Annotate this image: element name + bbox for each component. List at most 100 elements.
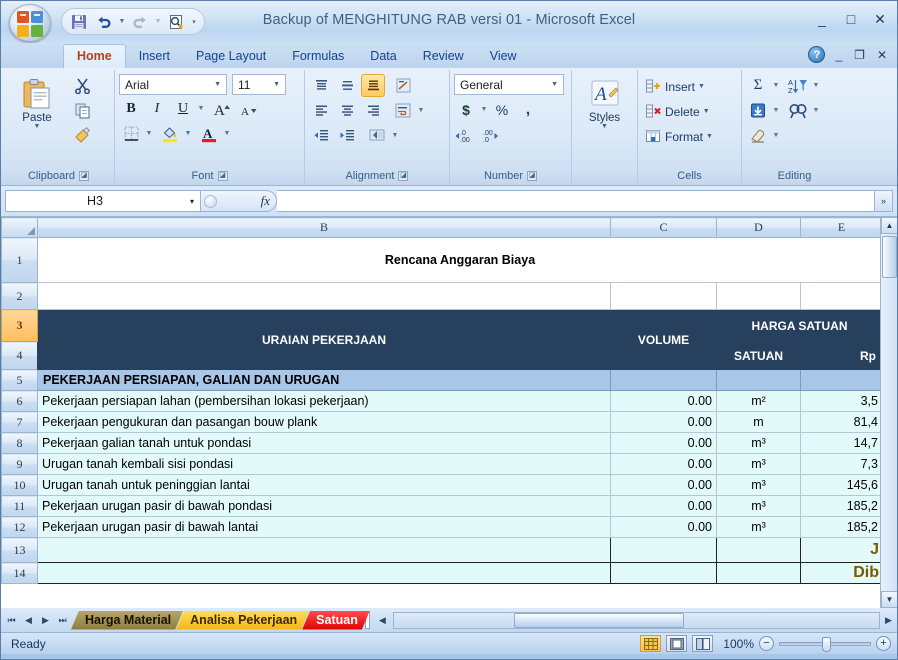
cell-c5[interactable] xyxy=(610,369,717,391)
autosum-dropdown-icon[interactable]: ▼ xyxy=(772,75,780,96)
paste-dropdown-icon[interactable]: ▼ xyxy=(34,123,41,130)
cell-d2[interactable] xyxy=(716,282,801,310)
currency-dropdown-icon[interactable]: ▼ xyxy=(480,99,488,120)
font-size-select[interactable]: 11 ▼ xyxy=(232,74,286,95)
cell-d13[interactable] xyxy=(716,537,801,563)
column-header-c[interactable]: C xyxy=(610,217,717,238)
format-cells-button[interactable]: Format ▼ xyxy=(642,124,716,149)
vertical-scroll-thumb[interactable] xyxy=(882,236,897,278)
fill-color-dropdown-icon[interactable]: ▼ xyxy=(184,123,192,144)
zoom-level[interactable]: 100% xyxy=(718,637,754,651)
borders-icon[interactable] xyxy=(119,122,143,145)
cell-satuan[interactable]: m³ xyxy=(716,432,801,454)
cell-rp[interactable]: 185,2 xyxy=(800,516,883,538)
delete-cells-button[interactable]: Delete ▼ xyxy=(642,99,713,124)
number-format-select[interactable]: General ▼ xyxy=(454,74,564,95)
styles-dropdown-icon[interactable]: ▼ xyxy=(601,123,608,130)
format-cells-dropdown-icon[interactable]: ▼ xyxy=(706,133,713,140)
font-name-select[interactable]: Arial ▼ xyxy=(119,74,227,95)
tab-review[interactable]: Review xyxy=(410,44,477,68)
font-color-icon[interactable]: A xyxy=(197,122,221,145)
cell-rp[interactable]: 81,4 xyxy=(800,411,883,433)
cell-d5[interactable] xyxy=(716,369,801,391)
select-all-corner[interactable] xyxy=(1,217,38,238)
comma-button[interactable]: , xyxy=(516,98,540,121)
row-header-7[interactable]: 7 xyxy=(1,411,38,433)
sort-filter-icon[interactable]: A Z xyxy=(786,74,810,97)
cell-e13[interactable]: J xyxy=(800,537,883,563)
cell-satuan[interactable]: m³ xyxy=(716,516,801,538)
cell-uraian[interactable]: Urugan tanah kembali sisi pondasi xyxy=(37,453,611,475)
bold-button[interactable]: B xyxy=(119,97,143,120)
row-header-12[interactable]: 12 xyxy=(1,516,38,538)
cut-icon[interactable] xyxy=(70,74,94,97)
fill-icon[interactable] xyxy=(746,99,770,122)
cell-uraian[interactable]: Pekerjaan pengukuran dan pasangan bouw p… xyxy=(37,411,611,433)
hscroll-right-button[interactable]: ▶ xyxy=(880,611,897,629)
page-layout-view-icon[interactable] xyxy=(666,635,687,652)
styles-button[interactable]: A Styles ▼ xyxy=(579,74,631,130)
underline-dropdown-icon[interactable]: ▼ xyxy=(197,98,205,119)
shrink-font-icon[interactable]: A xyxy=(237,97,261,120)
insert-cells-button[interactable]: Insert ▼ xyxy=(642,74,708,99)
wrap-text-dropdown-icon[interactable]: ▼ xyxy=(417,100,425,121)
scroll-up-button[interactable]: ▲ xyxy=(881,217,897,234)
cell-b2[interactable] xyxy=(37,282,611,310)
font-color-dropdown-icon[interactable]: ▼ xyxy=(223,123,231,144)
cell-satuan[interactable]: m³ xyxy=(716,474,801,496)
currency-button[interactable]: $ xyxy=(454,98,478,121)
delete-cells-dropdown-icon[interactable]: ▼ xyxy=(703,108,710,115)
align-right-icon[interactable] xyxy=(361,99,385,122)
cell-volume[interactable]: 0.00 xyxy=(610,453,717,475)
zoom-out-button[interactable]: − xyxy=(759,636,774,651)
cell-uraian[interactable]: Pekerjaan urugan pasir di bawah pondasi xyxy=(37,495,611,517)
header-uraian-pekerjaan[interactable]: URAIAN PEKERJAAN xyxy=(37,309,611,370)
vertical-scrollbar[interactable]: ▲ ▼ xyxy=(880,217,897,608)
row-header-10[interactable]: 10 xyxy=(1,474,38,496)
font-name-dropdown-icon[interactable]: ▼ xyxy=(211,81,224,88)
row-header-14[interactable]: 14 xyxy=(1,562,38,584)
cell-rp[interactable]: 7,3 xyxy=(800,453,883,475)
find-select-icon[interactable] xyxy=(786,99,810,122)
column-header-b[interactable]: B xyxy=(37,217,611,238)
row-header-4[interactable]: 4 xyxy=(1,341,38,370)
sheet-title-cell[interactable]: Rencana Anggaran Biaya xyxy=(37,237,883,283)
sheet-tab-harga-material[interactable]: Harga Material xyxy=(71,611,183,630)
font-size-dropdown-icon[interactable]: ▼ xyxy=(270,81,283,88)
tab-home[interactable]: Home xyxy=(63,44,126,68)
section-title-cell[interactable]: PEKERJAAN PERSIAPAN, GALIAN DAN URUGAN xyxy=(37,369,611,391)
prev-sheet-button[interactable]: ◀ xyxy=(20,611,37,629)
alignment-dialog-launcher[interactable]: ◪ xyxy=(398,171,409,181)
workbook-restore-button[interactable]: ❐ xyxy=(852,48,867,62)
zoom-slider-thumb[interactable] xyxy=(822,636,831,652)
cell-rp[interactable]: 185,2 xyxy=(800,495,883,517)
row-header-6[interactable]: 6 xyxy=(1,390,38,412)
cell-satuan[interactable]: m³ xyxy=(716,453,801,475)
row-header-13[interactable]: 13 xyxy=(1,537,38,563)
hscroll-left-button[interactable]: ◀ xyxy=(374,611,391,629)
expand-formula-bar-icon[interactable]: » xyxy=(875,190,893,212)
cell-volume[interactable]: 0.00 xyxy=(610,474,717,496)
zoom-in-button[interactable]: + xyxy=(876,636,891,651)
align-left-icon[interactable] xyxy=(309,99,333,122)
cell-uraian[interactable]: Pekerjaan persiapan lahan (pembersihan l… xyxy=(37,390,611,412)
decrease-indent-icon[interactable] xyxy=(309,124,333,147)
help-icon[interactable]: ? xyxy=(808,46,826,63)
copy-icon[interactable] xyxy=(70,99,94,122)
align-top-icon[interactable] xyxy=(309,74,333,97)
borders-dropdown-icon[interactable]: ▼ xyxy=(145,123,153,144)
maximize-button[interactable]: □ xyxy=(840,10,862,28)
row-header-3[interactable]: 3 xyxy=(1,309,38,342)
cell-e14[interactable]: Dib xyxy=(800,562,883,584)
row-header-11[interactable]: 11 xyxy=(1,495,38,517)
close-button[interactable]: ✕ xyxy=(869,10,891,28)
cell-rp[interactable]: 3,5 xyxy=(800,390,883,412)
tab-data[interactable]: Data xyxy=(357,44,409,68)
row-header-2[interactable]: 2 xyxy=(1,282,38,310)
row-header-8[interactable]: 8 xyxy=(1,432,38,454)
number-format-dropdown-icon[interactable]: ▼ xyxy=(548,81,561,88)
zoom-slider[interactable] xyxy=(779,636,871,652)
cell-satuan[interactable]: m² xyxy=(716,390,801,412)
cell-rp[interactable]: 145,6 xyxy=(800,474,883,496)
font-dialog-launcher[interactable]: ◪ xyxy=(217,171,228,181)
